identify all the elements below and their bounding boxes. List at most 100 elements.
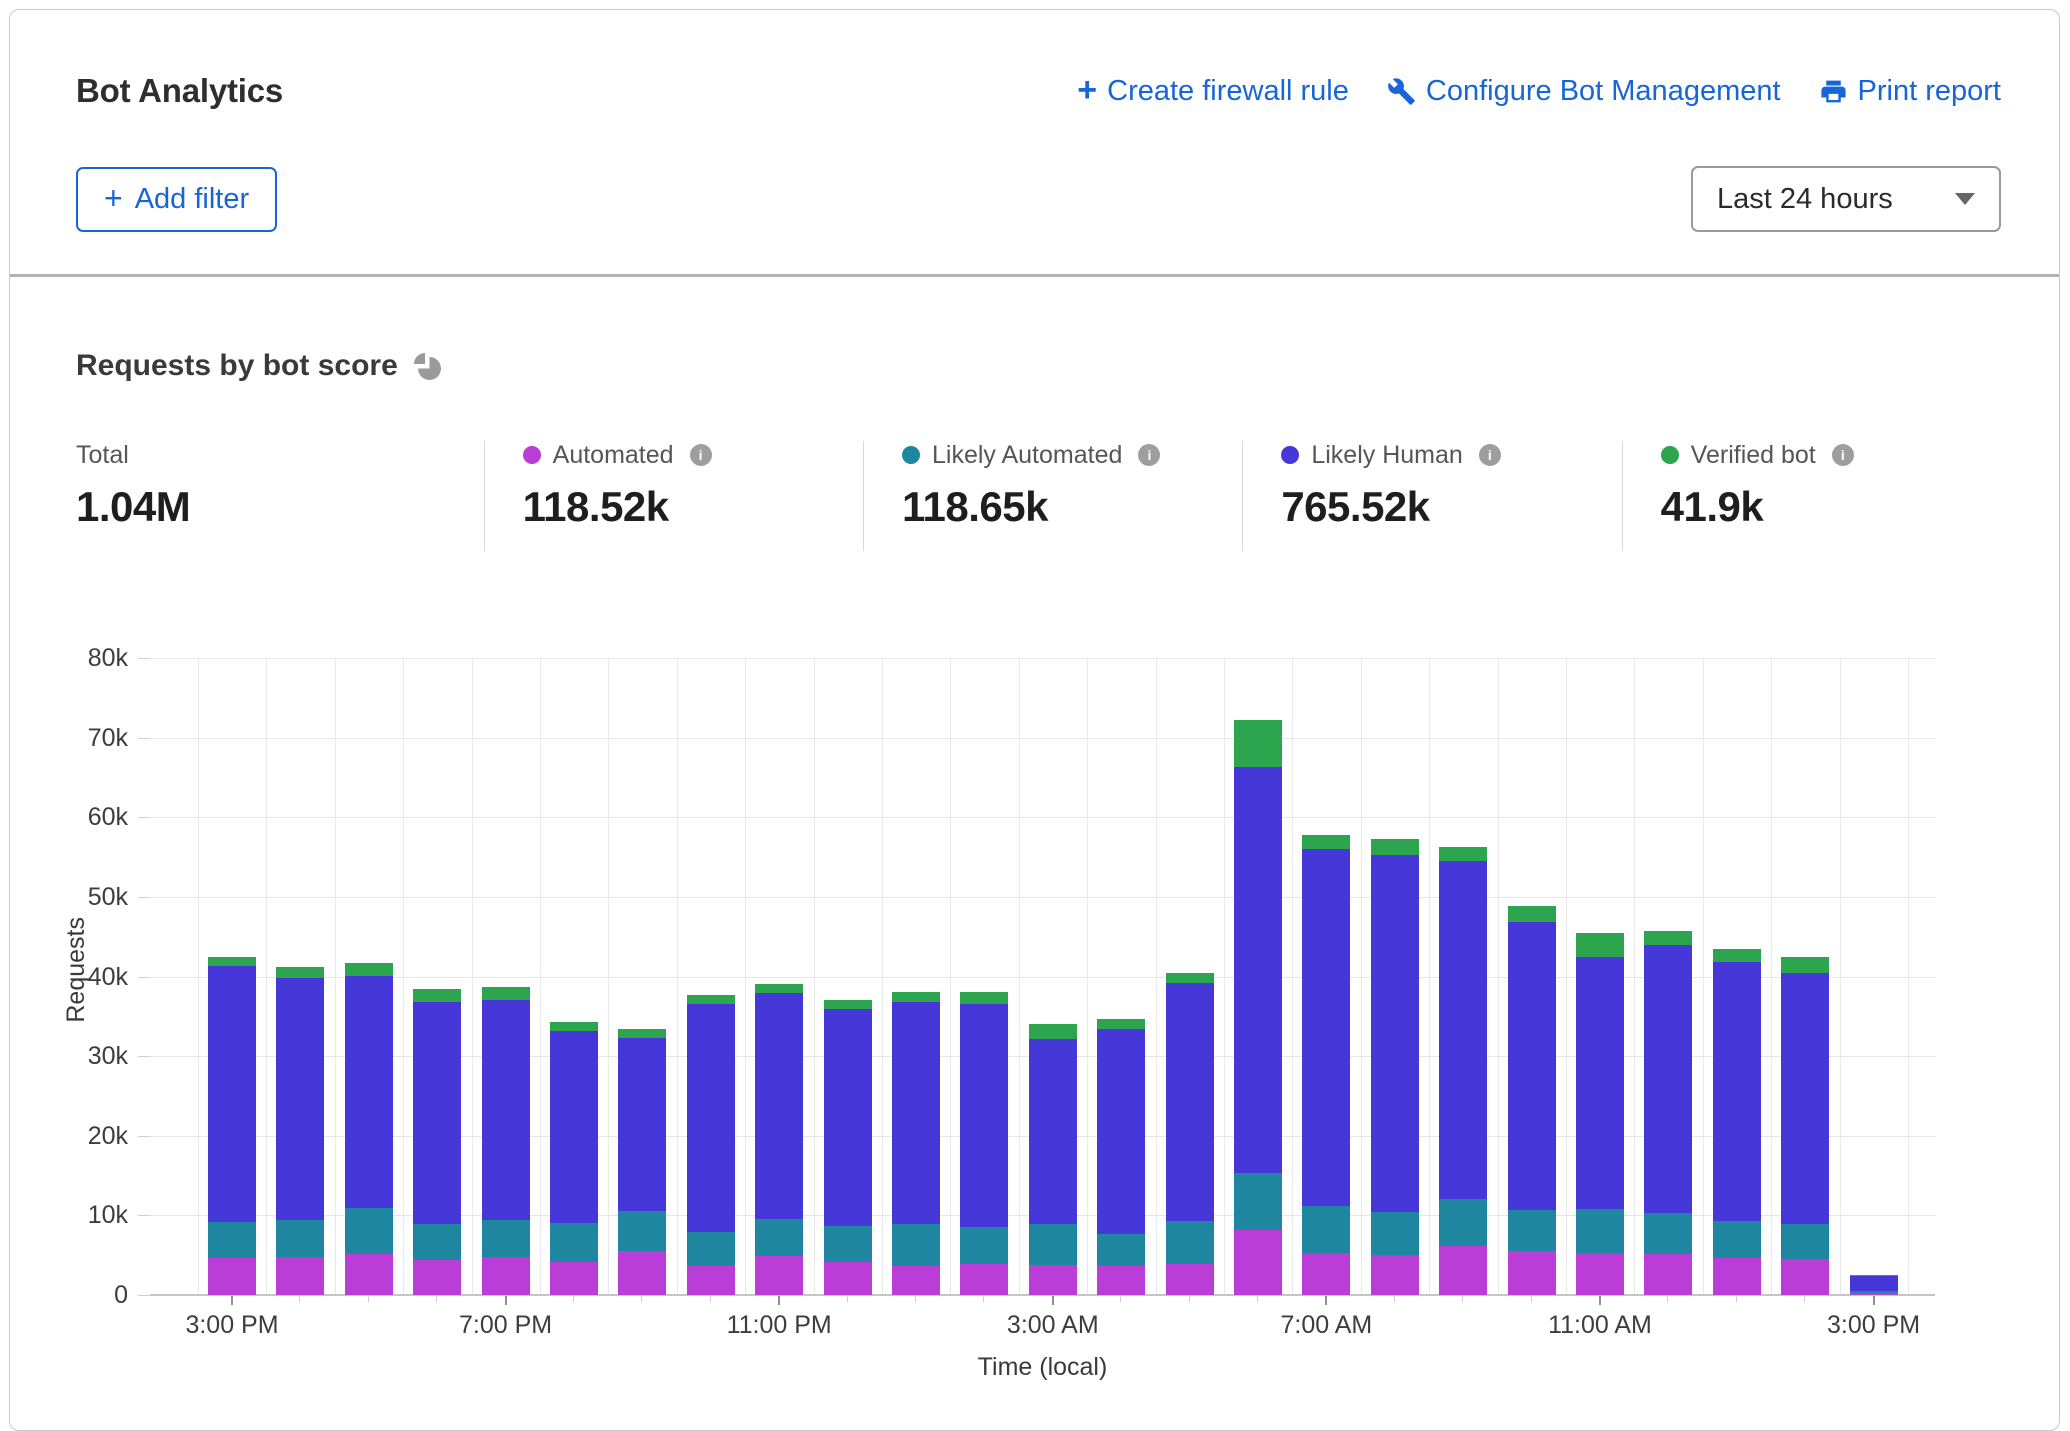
bar-segment-likely-automated[interactable] [1234,1173,1282,1230]
bar-segment-verified-bot[interactable] [1234,720,1282,767]
bar-segment-automated[interactable] [482,1257,530,1295]
bar-segment-likely-automated[interactable] [1508,1210,1556,1251]
bar-segment-likely-human[interactable] [687,1004,735,1232]
bar-segment-automated[interactable] [892,1266,940,1295]
bar-segment-likely-automated[interactable] [1781,1224,1829,1259]
bar-segment-automated[interactable] [1302,1253,1350,1295]
bar-segment-automated[interactable] [1097,1266,1145,1295]
bar-segment-automated[interactable] [1576,1253,1624,1295]
bar-segment-likely-human[interactable] [1234,767,1282,1173]
bar-segment-likely-human[interactable] [1781,973,1829,1225]
bar-segment-likely-human[interactable] [1508,922,1556,1210]
bar-segment-likely-human[interactable] [550,1031,598,1222]
bar-segment-automated[interactable] [687,1266,735,1295]
bar-segment-verified-bot[interactable] [892,992,940,1002]
bar-segment-verified-bot[interactable] [824,1000,872,1010]
bar-segment-verified-bot[interactable] [1576,933,1624,957]
bar-segment-automated[interactable] [618,1251,666,1295]
bar-segment-likely-human[interactable] [618,1038,666,1212]
bar-segment-automated[interactable] [345,1254,393,1295]
bar-segment-likely-human[interactable] [960,1004,1008,1228]
bar-segment-automated[interactable] [1508,1251,1556,1295]
bar-segment-likely-automated[interactable] [1713,1221,1761,1258]
bar-segment-likely-human[interactable] [824,1009,872,1226]
bar-segment-likely-human[interactable] [1576,957,1624,1209]
bar-segment-likely-automated[interactable] [1576,1209,1624,1253]
create-firewall-rule-link[interactable]: Create firewall rule [1077,75,1349,108]
bar-segment-verified-bot[interactable] [345,963,393,976]
bar-segment-likely-automated[interactable] [1644,1213,1692,1254]
add-filter-button[interactable]: Add filter [76,167,277,232]
bar-segment-likely-human[interactable] [892,1002,940,1224]
bar-segment-likely-human[interactable] [1097,1029,1145,1234]
bar-segment-verified-bot[interactable] [687,995,735,1005]
bar-segment-automated[interactable] [208,1258,256,1295]
bar-segment-verified-bot[interactable] [1302,835,1350,849]
bar-segment-likely-automated[interactable] [276,1220,324,1257]
info-icon[interactable] [690,444,712,466]
bar-segment-likely-human[interactable] [1644,945,1692,1213]
bar-segment-automated[interactable] [755,1256,803,1295]
bar-segment-automated[interactable] [1644,1254,1692,1295]
bar-segment-automated[interactable] [1713,1258,1761,1295]
bar-segment-automated[interactable] [1439,1246,1487,1295]
bar-segment-likely-automated[interactable] [824,1226,872,1262]
bar-segment-automated[interactable] [960,1264,1008,1295]
bar-segment-verified-bot[interactable] [550,1022,598,1032]
bar-segment-verified-bot[interactable] [1850,1275,1898,1276]
bar-segment-automated[interactable] [1850,1293,1898,1295]
bar-segment-automated[interactable] [1029,1265,1077,1295]
bar-segment-likely-automated[interactable] [1850,1291,1898,1293]
bar-segment-likely-human[interactable] [482,1000,530,1221]
bar-segment-likely-automated[interactable] [618,1211,666,1251]
bar-segment-likely-human[interactable] [1850,1276,1898,1291]
bar-segment-verified-bot[interactable] [1781,957,1829,972]
bar-segment-automated[interactable] [824,1262,872,1295]
bar-segment-likely-automated[interactable] [208,1222,256,1258]
bar-segment-likely-automated[interactable] [960,1227,1008,1264]
bar-segment-likely-human[interactable] [1302,849,1350,1206]
bar-segment-likely-human[interactable] [208,966,256,1222]
bar-segment-likely-automated[interactable] [413,1224,461,1260]
bar-segment-likely-human[interactable] [276,978,324,1220]
bar-segment-likely-human[interactable] [755,993,803,1219]
bar-segment-verified-bot[interactable] [482,987,530,1000]
bar-segment-verified-bot[interactable] [1029,1024,1077,1039]
bar-segment-verified-bot[interactable] [1097,1019,1145,1029]
bar-segment-verified-bot[interactable] [413,989,461,1002]
bar-segment-likely-automated[interactable] [550,1223,598,1262]
bar-segment-likely-automated[interactable] [1371,1212,1419,1255]
bar-segment-verified-bot[interactable] [276,967,324,978]
bar-segment-automated[interactable] [1166,1264,1214,1295]
bar-segment-verified-bot[interactable] [208,957,256,967]
bar-segment-verified-bot[interactable] [1508,906,1556,921]
info-icon[interactable] [1832,444,1854,466]
info-icon[interactable] [1479,444,1501,466]
time-range-select[interactable]: Last 24 hours [1691,166,2001,232]
bar-segment-automated[interactable] [413,1260,461,1295]
bar-segment-likely-automated[interactable] [482,1220,530,1257]
bar-segment-likely-automated[interactable] [345,1208,393,1254]
bar-segment-likely-human[interactable] [1371,855,1419,1213]
bar-segment-likely-human[interactable] [413,1002,461,1224]
bar-segment-likely-human[interactable] [1166,983,1214,1221]
bar-segment-likely-automated[interactable] [687,1232,735,1266]
bar-segment-verified-bot[interactable] [755,984,803,994]
bar-segment-verified-bot[interactable] [1439,847,1487,861]
bar-segment-likely-human[interactable] [1713,962,1761,1221]
bar-segment-verified-bot[interactable] [1371,839,1419,855]
configure-bot-management-link[interactable]: Configure Bot Management [1387,75,1781,108]
bar-segment-likely-automated[interactable] [1029,1224,1077,1265]
bar-segment-likely-human[interactable] [1439,861,1487,1199]
bar-segment-automated[interactable] [550,1262,598,1295]
bar-segment-likely-human[interactable] [345,976,393,1209]
bar-segment-likely-automated[interactable] [1097,1234,1145,1267]
bar-segment-verified-bot[interactable] [1644,931,1692,945]
bar-segment-automated[interactable] [1781,1259,1829,1295]
bar-segment-verified-bot[interactable] [960,992,1008,1003]
bar-segment-verified-bot[interactable] [1166,973,1214,983]
bar-segment-likely-automated[interactable] [1302,1206,1350,1253]
bar-segment-likely-human[interactable] [1029,1039,1077,1224]
bar-segment-verified-bot[interactable] [618,1029,666,1038]
info-icon[interactable] [1138,444,1160,466]
